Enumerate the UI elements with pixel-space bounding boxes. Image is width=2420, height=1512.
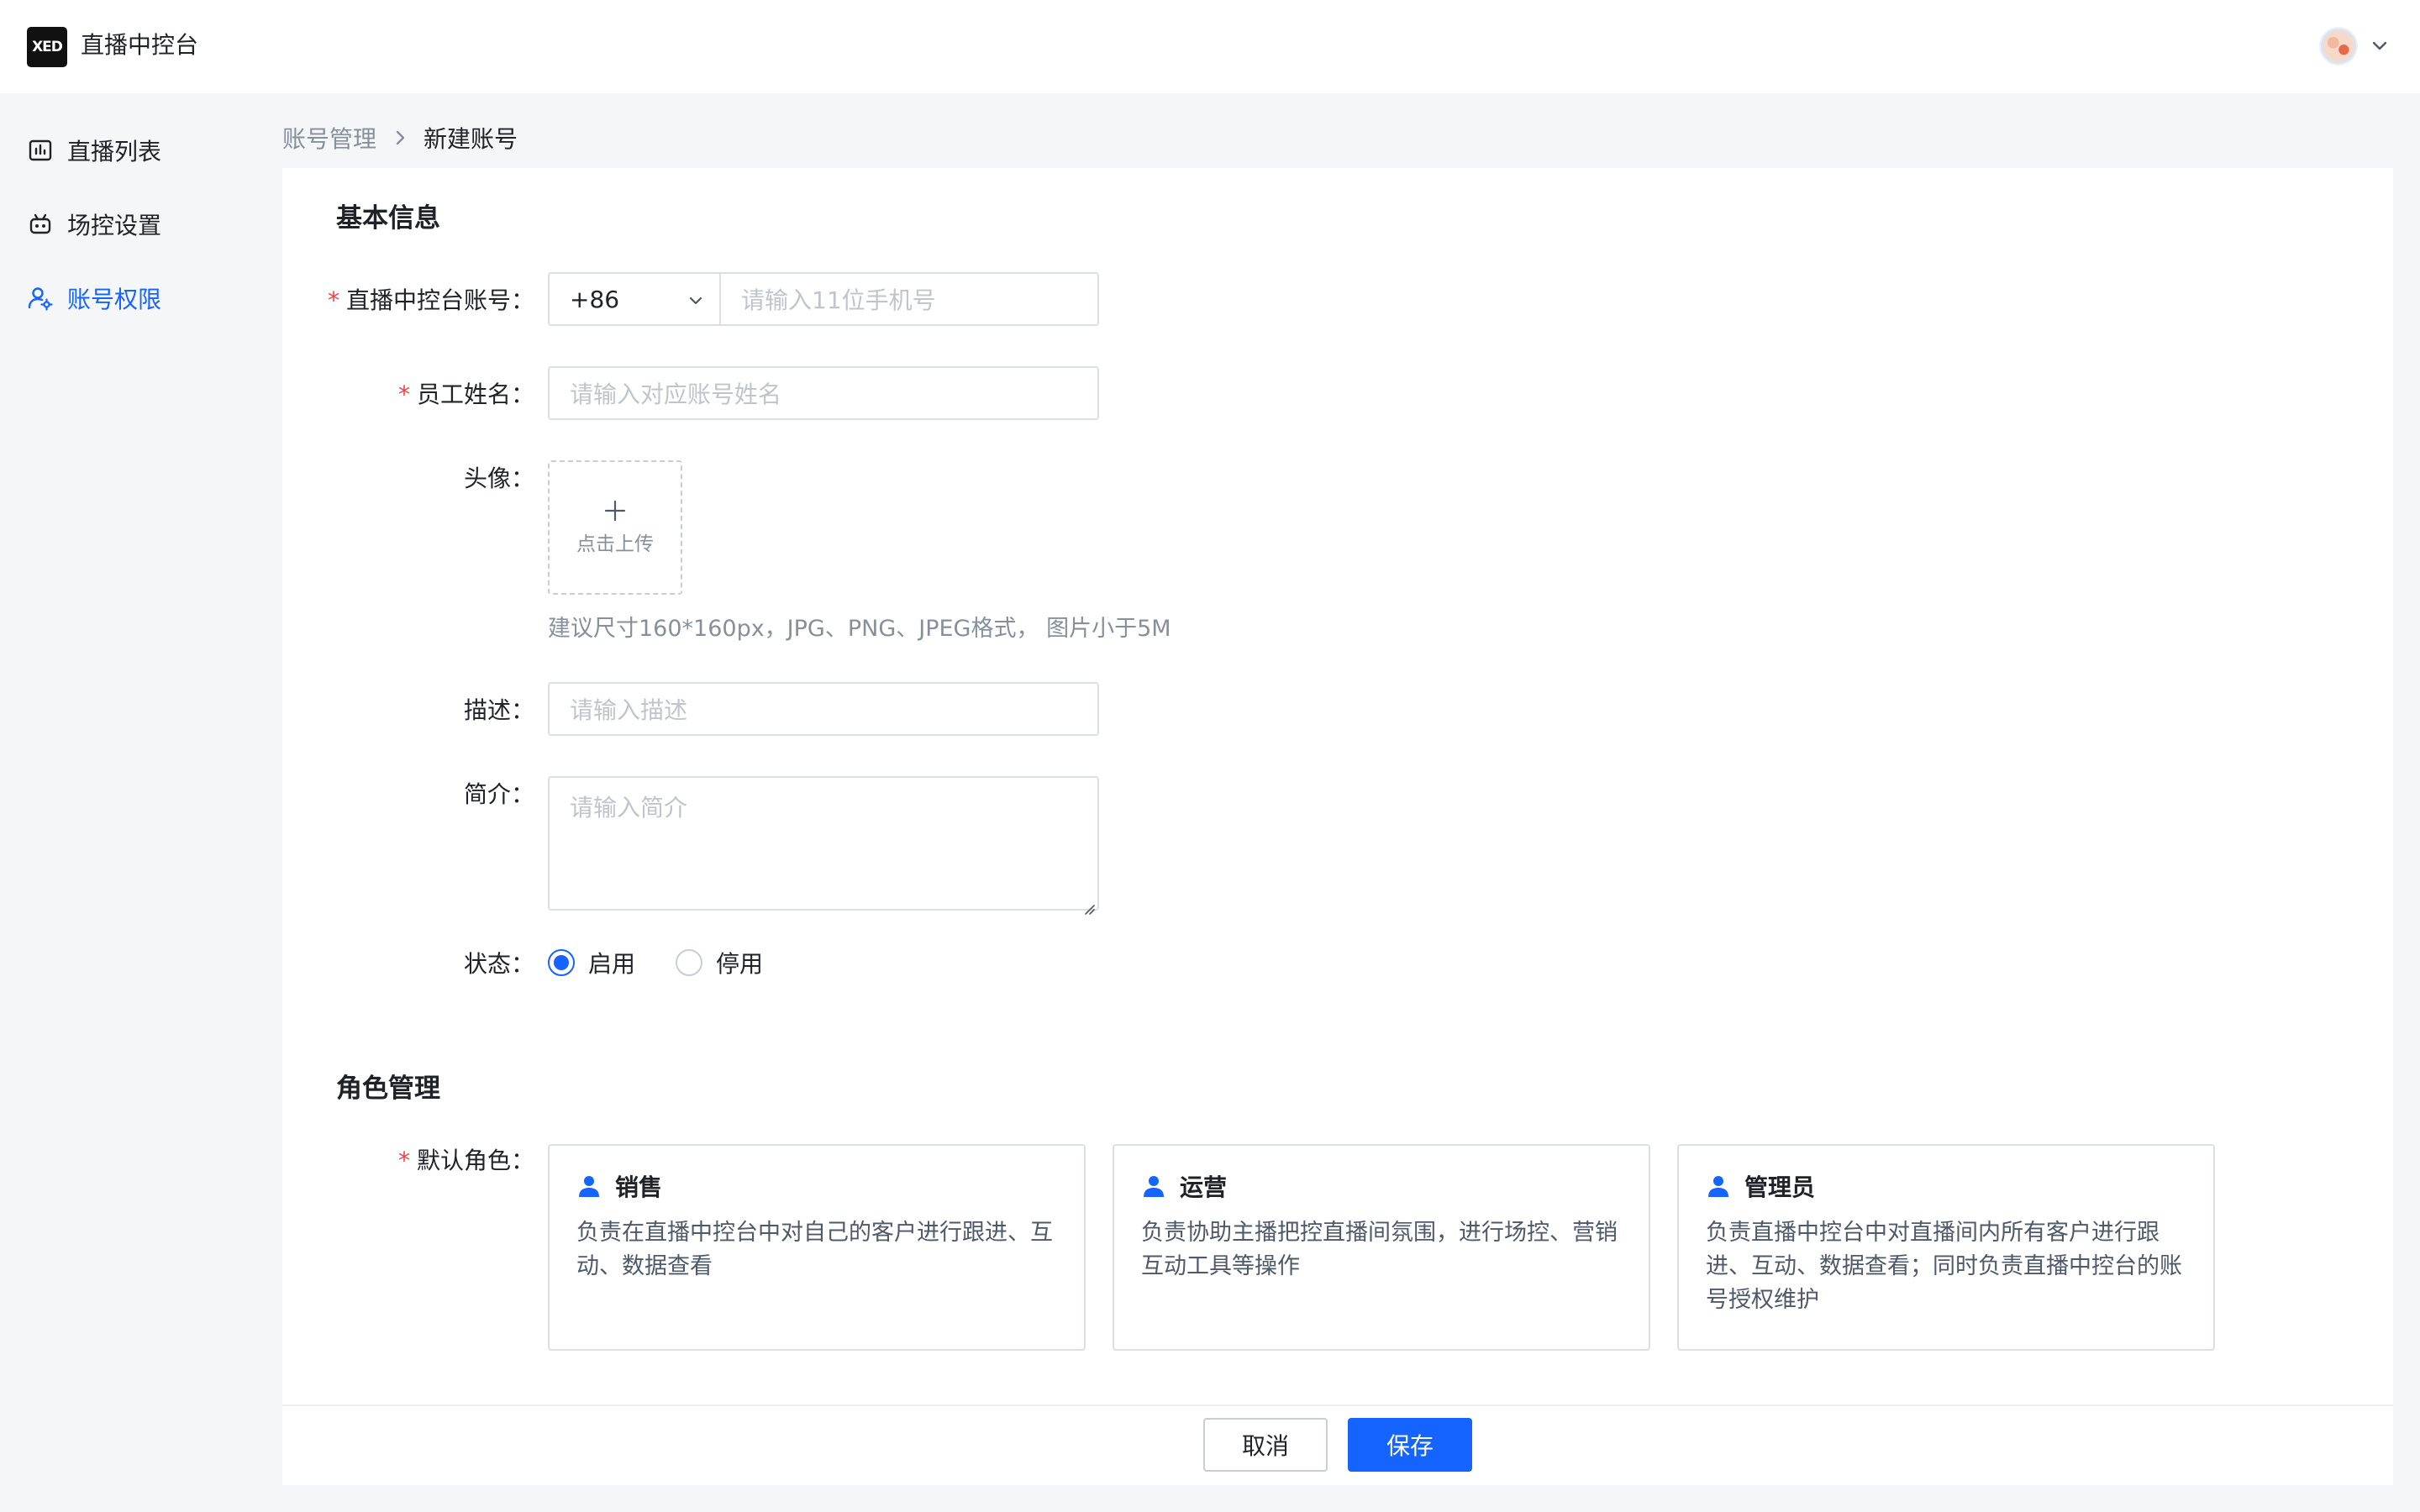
plus-icon bbox=[603, 499, 627, 522]
role-title: 管理员 bbox=[1744, 1173, 1816, 1201]
radio-checked-indicator bbox=[548, 949, 575, 976]
employee-name-label: * 员工姓名： bbox=[397, 381, 534, 408]
avatar-hint: 建议尺寸160*160px，JPG、PNG、JPEG格式， 图片小于5M bbox=[548, 616, 1171, 642]
role-title: 销售 bbox=[615, 1173, 663, 1201]
role-card-sales[interactable]: 销售 负责在直播中控台中对自己的客户进行跟进、互动、数据查看 bbox=[548, 1144, 1086, 1351]
chevron-right-icon bbox=[388, 126, 412, 150]
country-code-select[interactable]: +86 bbox=[548, 272, 721, 326]
account-label: * 直播中控台账号： bbox=[327, 286, 534, 314]
country-code-value: +86 bbox=[570, 285, 620, 313]
radio-unchecked-indicator bbox=[676, 949, 703, 976]
cancel-button[interactable]: 取消 bbox=[1203, 1418, 1328, 1472]
description-label: 描述： bbox=[463, 696, 534, 724]
user-icon bbox=[576, 1173, 602, 1199]
role-card-admin[interactable]: 管理员 负责直播中控台中对直播间内所有客户进行跟进、互动、数据查看；同时负责直播… bbox=[1677, 1144, 2215, 1351]
role-card-operations[interactable]: 运营 负责协助主播把控直播间氛围，进行场控、营销互动工具等操作 bbox=[1113, 1144, 1650, 1351]
resize-grip-icon[interactable] bbox=[1082, 894, 1096, 915]
save-button[interactable]: 保存 bbox=[1348, 1418, 1472, 1472]
user-icon bbox=[1706, 1173, 1731, 1199]
required-mark: * bbox=[397, 1147, 410, 1174]
status-disabled-radio[interactable]: 停用 bbox=[676, 946, 763, 979]
robot-icon bbox=[27, 211, 54, 238]
user-settings-icon bbox=[27, 285, 54, 312]
status-label: 状态： bbox=[463, 950, 534, 978]
role-title: 运营 bbox=[1180, 1173, 1228, 1201]
sidebar-item-account-permissions[interactable]: 账号权限 bbox=[27, 278, 229, 318]
description-placeholder: 请输入描述 bbox=[570, 696, 688, 724]
intro-placeholder: 请输入简介 bbox=[570, 794, 688, 822]
top-header: XED 直播中控台 bbox=[0, 0, 2420, 93]
brand-logo: XED bbox=[27, 27, 67, 67]
role-description: 负责协助主播把控直播间氛围，进行场控、营销互动工具等操作 bbox=[1141, 1220, 1618, 1279]
sidebar-item-live-list[interactable]: 直播列表 bbox=[27, 130, 229, 171]
employee-name-input[interactable]: 请输入对应账号姓名 bbox=[548, 366, 1099, 420]
required-mark: * bbox=[327, 286, 339, 314]
footer-divider bbox=[282, 1404, 2393, 1406]
chart-icon bbox=[27, 137, 54, 164]
status-enabled-radio[interactable]: 启用 bbox=[548, 946, 635, 979]
avatar-upload[interactable]: 点击上传 bbox=[548, 460, 682, 595]
role-description: 负责在直播中控台中对自己的客户进行跟进、互动、数据查看 bbox=[576, 1220, 1053, 1279]
form-card: 基本信息 * 直播中控台账号： +86 请输入11位手机号 * 员工姓名： 请输入对… bbox=[282, 168, 2393, 1485]
sidebar-item-label: 账号权限 bbox=[67, 286, 162, 313]
default-role-label: * 默认角色： bbox=[397, 1147, 534, 1174]
required-mark: * bbox=[397, 381, 410, 408]
sidebar-item-label: 直播列表 bbox=[67, 138, 162, 165]
breadcrumb-parent-link[interactable]: 账号管理 bbox=[282, 121, 376, 155]
phone-input[interactable]: 请输入11位手机号 bbox=[719, 272, 1099, 326]
radio-label: 停用 bbox=[716, 950, 764, 978]
role-management-title: 角色管理 bbox=[336, 1074, 440, 1104]
chevron-down-icon bbox=[686, 289, 706, 309]
user-icon bbox=[1141, 1173, 1166, 1199]
sidebar-item-field-control[interactable]: 场控设置 bbox=[27, 204, 229, 244]
avatar-label: 头像： bbox=[463, 465, 534, 492]
app-title: 直播中控台 bbox=[81, 31, 199, 59]
phone-placeholder: 请输入11位手机号 bbox=[741, 286, 936, 314]
sidebar: 直播列表 场控设置 账号权限 bbox=[0, 93, 252, 1512]
employee-name-placeholder: 请输入对应账号姓名 bbox=[570, 381, 782, 408]
basic-info-title: 基本信息 bbox=[336, 203, 440, 234]
intro-label: 简介： bbox=[463, 780, 534, 808]
radio-label: 启用 bbox=[588, 950, 636, 978]
upload-text: 点击上传 bbox=[576, 533, 654, 555]
intro-textarea[interactable]: 请输入简介 bbox=[548, 776, 1099, 915]
sidebar-item-label: 场控设置 bbox=[67, 212, 162, 239]
chevron-down-icon[interactable] bbox=[2368, 34, 2391, 57]
role-description: 负责直播中控台中对直播间内所有客户进行跟进、互动、数据查看；同时负责直播中控台的… bbox=[1706, 1220, 2182, 1313]
breadcrumb: 账号管理 新建账号 bbox=[282, 121, 518, 155]
user-avatar[interactable] bbox=[2319, 27, 2358, 66]
breadcrumb-current: 新建账号 bbox=[424, 125, 518, 153]
status-radio-group: 启用 停用 bbox=[548, 946, 803, 979]
description-input[interactable]: 请输入描述 bbox=[548, 682, 1099, 736]
